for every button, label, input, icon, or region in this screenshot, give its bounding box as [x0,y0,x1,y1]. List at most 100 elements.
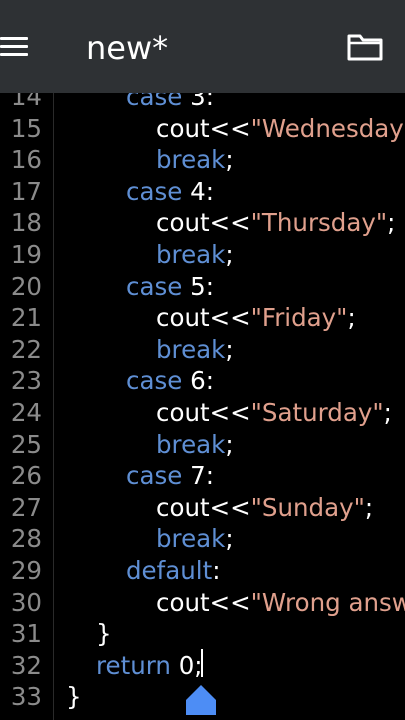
line-number: 26 [10,461,42,491]
code-text: default: [126,555,220,587]
code-text: return 0; [96,650,203,682]
code-line[interactable]: 21 cout<<"Friday"; [0,302,405,334]
code-text: cout<<"Wrong answ [156,587,405,619]
keyword-token: break [156,334,226,364]
keyword-token: return [96,650,171,680]
line-number: 30 [10,587,42,617]
code-token: ; [225,145,234,175]
code-text: break; [156,429,234,461]
code-line[interactable]: 26 case 7: [0,460,405,492]
code-token: cout<< [156,113,251,143]
code-token: 6: [182,366,214,396]
line-number: 29 [10,556,42,585]
code-token: ; [225,240,234,269]
code-token: 4: [182,176,214,206]
code-line[interactable]: 27 cout<<"Sunday"; [0,492,405,524]
keyword-token: case [126,93,183,111]
code-token: } [66,682,82,712]
line-number: 31 [10,619,42,649]
string-token: "Wrong answ [250,587,405,617]
code-token: 0; [170,650,203,680]
code-line[interactable]: 16 break; [0,144,405,176]
line-number: 33 [10,682,42,712]
line-number: 21 [10,303,42,333]
app-header: new* [0,0,405,93]
file-title: new* [86,29,169,67]
code-line[interactable]: 14 case 3: [0,93,405,113]
line-number: 24 [10,398,42,427]
code-text: case 7: [126,460,214,492]
code-text: case 5: [126,271,214,303]
line-number: 23 [10,366,42,396]
code-line[interactable]: 30 cout<<"Wrong answ [0,587,405,619]
code-text: break; [156,239,234,271]
code-token: ; [364,492,374,522]
folder-icon[interactable] [346,32,384,62]
keyword-token: default [126,556,213,585]
line-number: 14 [10,93,42,111]
code-token: cout<< [156,208,251,238]
code-token: ; [225,524,234,554]
code-line[interactable]: 28 break; [0,523,405,555]
code-text: } [66,681,82,713]
keyword-token: break [156,524,226,554]
code-line[interactable]: 24 cout<<"Saturday"; [0,397,405,429]
line-number: 32 [10,650,42,680]
code-line[interactable]: 20 case 5: [0,271,405,303]
code-text: case 6: [126,365,214,397]
code-line[interactable]: 17 case 4: [0,176,405,208]
line-number: 15 [10,113,42,143]
line-number: 17 [10,176,42,206]
code-text: break; [156,334,234,366]
line-number: 28 [10,524,42,554]
code-line[interactable]: 22 break; [0,334,405,366]
line-number: 27 [10,492,42,522]
code-line[interactable]: 31} [0,618,405,650]
line-number: 16 [10,145,42,175]
keyword-token: case [126,461,183,491]
code-line[interactable]: 25 break; [0,429,405,461]
code-token: ; [225,429,234,459]
code-token: ; [383,398,392,427]
code-text: case 4: [126,176,214,208]
string-token: "Friday" [250,303,348,333]
code-line[interactable]: 15 cout<<"Wednesday [0,113,405,145]
cursor-handle-icon[interactable] [186,685,216,715]
hamburger-menu-icon[interactable] [0,37,28,57]
string-token: "Wednesday [250,113,404,143]
keyword-token: case [126,176,183,206]
code-line[interactable]: 29 default: [0,555,405,587]
code-text: case 3: [126,93,214,113]
code-text: cout<<"Saturday"; [156,397,392,429]
code-line[interactable]: 19 break; [0,239,405,271]
code-token: 7: [182,461,214,491]
keyword-token: break [156,429,226,459]
code-line[interactable]: 23 case 6: [0,365,405,397]
line-number: 20 [10,271,42,301]
string-token: "Thursday" [250,208,388,238]
keyword-token: break [156,145,226,175]
code-token: 5: [182,271,214,301]
code-token: cout<< [156,492,251,522]
code-token: : [212,556,221,585]
line-number: 25 [10,429,42,459]
code-token: ; [347,303,356,333]
line-number: 18 [10,208,42,238]
code-token: cout<< [156,587,251,617]
code-text: } [96,618,112,650]
string-token: "Saturday" [250,398,384,427]
code-text: cout<<"Thursday"; [156,207,395,239]
code-editor[interactable]: 14 case 3: 15 cout<<"Wednesday 16 break; 17 cas… [0,93,405,720]
code-text: cout<<"Sunday"; [156,492,373,524]
code-token: ; [225,334,234,364]
text-cursor [201,649,203,677]
string-token: "Sunday" [250,492,365,522]
code-text: break; [156,144,234,176]
code-text: cout<<"Wednesday [156,113,404,145]
code-line[interactable]: 18 cout<<"Thursday"; [0,207,405,239]
code-text: cout<<"Friday"; [156,302,356,334]
keyword-token: case [126,366,183,396]
keyword-token: break [156,240,226,269]
keyword-token: case [126,271,183,301]
code-token: cout<< [156,303,251,333]
